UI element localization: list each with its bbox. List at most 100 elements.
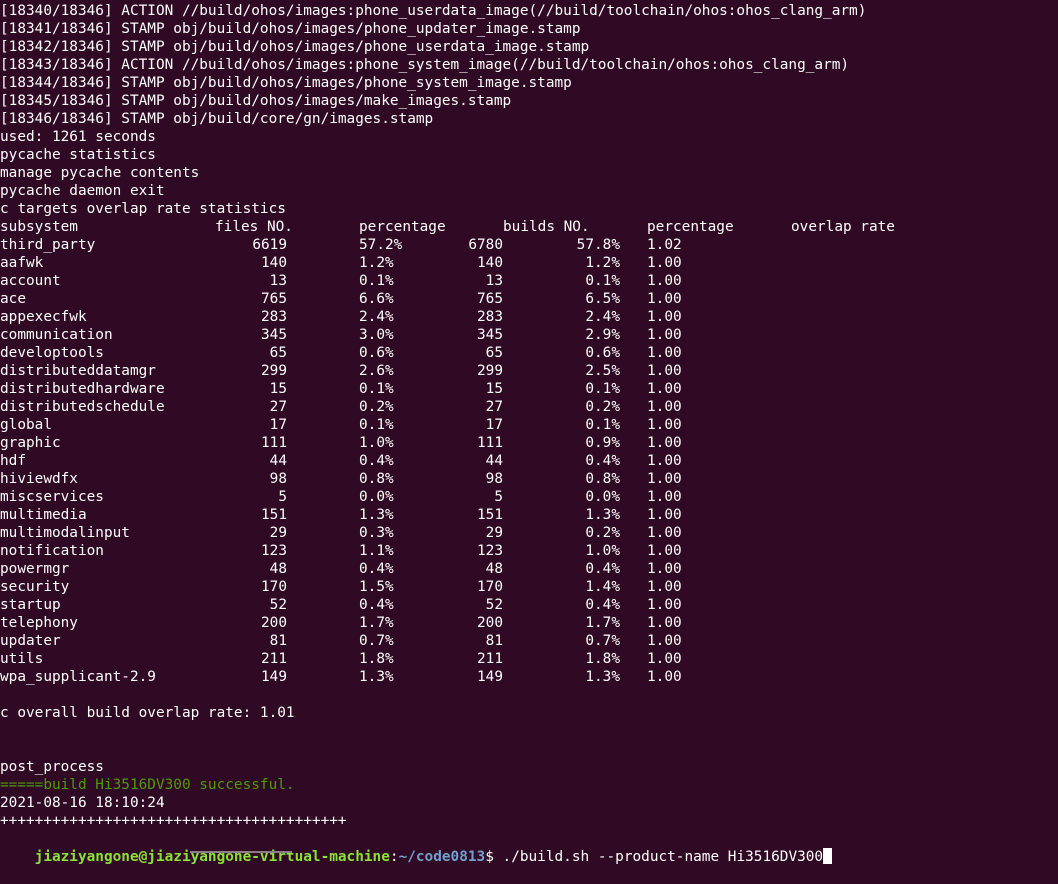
overlap-rate-cell: 1.00: [647, 525, 682, 541]
files-percentage-cell: 1.1%: [359, 543, 394, 559]
files-count-cell: 299: [261, 363, 287, 379]
header-percentage: percentage: [359, 219, 446, 235]
header-percentage-2: percentage: [647, 219, 734, 235]
subsystem-cell: developtools: [0, 345, 104, 361]
header-overlap-rate: overlap rate: [791, 219, 895, 235]
table-row: account 13 0.1% 13 0.1% 1.00: [0, 272, 1058, 290]
files-count-cell: 13: [269, 273, 287, 289]
files-percentage-cell: 3.0%: [359, 327, 394, 343]
files-count-cell: 283: [261, 309, 287, 325]
files-percentage-cell: 1.3%: [359, 669, 394, 685]
builds-percentage-cell: 0.1%: [585, 381, 620, 397]
post-process-label: post_process: [0, 759, 104, 775]
builds-count-cell: 29: [485, 525, 503, 541]
overlap-rate-cell: 1.00: [647, 453, 682, 469]
build-timestamp: 2021-08-16 18:10:24: [0, 795, 165, 811]
builds-count-cell: 149: [477, 669, 503, 685]
subsystem-cell: hdf: [0, 453, 26, 469]
builds-count-cell: 211: [477, 651, 503, 667]
overlap-rate-cell: 1.00: [647, 633, 682, 649]
files-percentage-cell: 0.2%: [359, 399, 394, 415]
files-percentage-cell: 2.6%: [359, 363, 394, 379]
builds-percentage-cell: 0.4%: [585, 597, 620, 613]
builds-percentage-cell: 0.1%: [585, 273, 620, 289]
terminal-window[interactable]: [18340/18346] ACTION //build/ohos/images…: [0, 0, 1058, 865]
builds-count-cell: 17: [485, 417, 503, 433]
log-line: manage pycache contents: [0, 165, 200, 181]
table-row: distributedhardware 15 0.1% 15 0.1% 1.00: [0, 380, 1058, 398]
files-count-cell: 211: [261, 651, 287, 667]
log-line: pycache statistics: [0, 147, 156, 163]
files-percentage-cell: 2.4%: [359, 309, 394, 325]
files-percentage-cell: 1.5%: [359, 579, 394, 595]
files-percentage-cell: 0.0%: [359, 489, 394, 505]
prompt-colon: :: [389, 849, 399, 865]
log-line: [18345/18346] STAMP obj/build/ohos/image…: [0, 93, 512, 109]
builds-count-cell: 140: [477, 255, 503, 271]
log-line: [18341/18346] STAMP obj/build/ohos/image…: [0, 21, 581, 37]
builds-percentage-cell: 2.5%: [585, 363, 620, 379]
builds-count-cell: 111: [477, 435, 503, 451]
builds-count-cell: 200: [477, 615, 503, 631]
overlap-rate-cell: 1.00: [647, 291, 682, 307]
subsystem-cell: notification: [0, 543, 104, 559]
table-row: ace 765 6.6% 765 6.5% 1.00: [0, 290, 1058, 308]
subsystem-cell: global: [0, 417, 52, 433]
files-count-cell: 765: [261, 291, 287, 307]
overlap-rate-cell: 1.00: [647, 381, 682, 397]
builds-percentage-cell: 6.5%: [585, 291, 620, 307]
table-row: wpa_supplicant-2.9 149 1.3% 149 1.3% 1.00: [0, 668, 1058, 686]
files-percentage-cell: 0.1%: [359, 381, 394, 397]
log-line: [18340/18346] ACTION //build/ohos/images…: [0, 3, 867, 19]
table-row: communication 345 3.0% 345 2.9% 1.00: [0, 326, 1058, 344]
files-percentage-cell: 0.8%: [359, 471, 394, 487]
builds-count-cell: 765: [477, 291, 503, 307]
builds-percentage-cell: 0.6%: [585, 345, 620, 361]
overlap-rate-cell: 1.00: [647, 435, 682, 451]
builds-percentage-cell: 0.7%: [585, 633, 620, 649]
builds-count-cell: 170: [477, 579, 503, 595]
subsystem-cell: security: [0, 579, 70, 595]
builds-percentage-cell: 2.9%: [585, 327, 620, 343]
header-files-no: files NO.: [215, 219, 293, 235]
builds-count-cell: 65: [485, 345, 503, 361]
command-prompt[interactable]: jiaziyangone@jiaziyangone-virtual-machin…: [0, 830, 833, 865]
builds-percentage-cell: 1.7%: [585, 615, 620, 631]
subsystem-cell: third_party: [0, 237, 96, 253]
subsystem-cell: distributeddatamgr: [0, 363, 156, 379]
builds-percentage-cell: 1.0%: [585, 543, 620, 559]
builds-percentage-cell: 0.9%: [585, 435, 620, 451]
subsystem-cell: appexecfwk: [0, 309, 87, 325]
files-count-cell: 111: [261, 435, 287, 451]
table-row: security 170 1.5% 170 1.4% 1.00: [0, 578, 1058, 596]
builds-count-cell: 5: [494, 489, 503, 505]
overlap-rate-cell: 1.00: [647, 543, 682, 559]
builds-percentage-cell: 0.2%: [585, 399, 620, 415]
text-cursor: [823, 848, 833, 864]
files-count-cell: 123: [261, 543, 287, 559]
files-count-cell: 98: [269, 471, 287, 487]
table-row: hdf 44 0.4% 44 0.4% 1.00: [0, 452, 1058, 470]
table-row: telephony 200 1.7% 200 1.7% 1.00: [0, 614, 1058, 632]
files-percentage-cell: 1.2%: [359, 255, 394, 271]
subsystem-cell: multimodalinput: [0, 525, 130, 541]
overlap-rate-cell: 1.00: [647, 255, 682, 271]
overlap-rate-cell: 1.00: [647, 417, 682, 433]
overlap-rate-cell: 1.00: [647, 363, 682, 379]
files-count-cell: 15: [269, 381, 287, 397]
files-percentage-cell: 6.6%: [359, 291, 394, 307]
subsystem-cell: graphic: [0, 435, 61, 451]
builds-percentage-cell: 0.1%: [585, 417, 620, 433]
builds-percentage-cell: 2.4%: [585, 309, 620, 325]
files-percentage-cell: 0.4%: [359, 561, 394, 577]
overlap-rate-cell: 1.00: [647, 489, 682, 505]
table-row: developtools 65 0.6% 65 0.6% 1.00: [0, 344, 1058, 362]
table-row: updater 81 0.7% 81 0.7% 1.00: [0, 632, 1058, 650]
table-row: multimedia 151 1.3% 151 1.3% 1.00: [0, 506, 1058, 524]
command-input[interactable]: ./build.sh --product-name Hi3516DV300: [503, 849, 824, 865]
subsystem-cell: distributedhardware: [0, 381, 165, 397]
table-row: utils 211 1.8% 211 1.8% 1.00: [0, 650, 1058, 668]
builds-percentage-cell: 1.8%: [585, 651, 620, 667]
files-count-cell: 140: [261, 255, 287, 271]
log-line: c targets overlap rate statistics: [0, 201, 286, 217]
